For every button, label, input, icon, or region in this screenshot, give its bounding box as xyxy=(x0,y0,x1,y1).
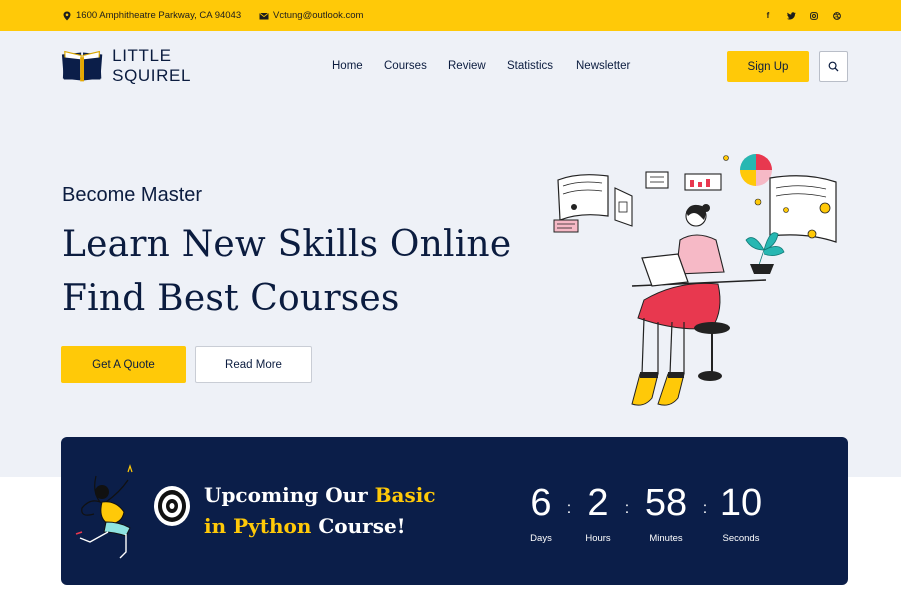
hero-kicker: Become Master xyxy=(62,184,203,206)
countdown-minutes-label: Minutes xyxy=(649,533,683,544)
nav-newsletter[interactable]: Newsletter xyxy=(576,56,630,76)
countdown-separator: : xyxy=(702,500,708,517)
read-more-button[interactable]: Read More xyxy=(195,346,312,383)
email-info[interactable]: Vctung@outlook.com xyxy=(259,0,363,31)
hero-headline-line1: Learn New Skills Online xyxy=(62,224,512,265)
facebook-icon[interactable]: f xyxy=(761,0,775,31)
location-pin-icon xyxy=(63,11,71,20)
hero-headline-line2: Find Best Courses xyxy=(62,278,400,319)
banner-highlight-basic: Basic xyxy=(374,483,436,507)
site-logo[interactable]: LITTLE SQUIREL xyxy=(60,46,250,85)
countdown-seconds-label: Seconds xyxy=(722,533,760,544)
nav-courses[interactable]: Courses xyxy=(384,56,427,76)
countdown-separator: : xyxy=(624,500,630,517)
nav-home[interactable]: Home xyxy=(332,56,363,76)
instagram-icon[interactable] xyxy=(807,0,821,31)
countdown-hours-value: 2 xyxy=(587,482,609,524)
dribbble-icon[interactable] xyxy=(830,0,844,31)
student-laptop-illustration xyxy=(553,154,837,406)
countdown-minutes-value: 58 xyxy=(644,482,688,524)
search-icon xyxy=(828,61,839,72)
nav-review[interactable]: Review xyxy=(448,56,486,76)
sign-up-button[interactable]: Sign Up xyxy=(727,51,809,82)
get-quote-button[interactable]: Get A Quote xyxy=(61,346,186,383)
banner-highlight-python: in Python xyxy=(204,514,312,538)
banner-text-part2: Course! xyxy=(311,514,406,538)
countdown-days-label: Days xyxy=(530,533,552,544)
book-logo-icon xyxy=(61,50,103,82)
address-info: 1600 Amphitheatre Parkway, CA 94043 xyxy=(62,0,241,31)
twitter-icon[interactable] xyxy=(784,0,798,31)
target-icon xyxy=(154,486,190,526)
nav-statistics[interactable]: Statistics xyxy=(507,56,553,76)
countdown-seconds-value: 10 xyxy=(719,482,763,524)
countdown-hours-label: Hours xyxy=(585,533,611,544)
top-info-bar: 1600 Amphitheatre Parkway, CA 94043 Vctu… xyxy=(0,0,901,31)
countdown-days-value: 6 xyxy=(530,482,552,524)
dancing-person-illustration xyxy=(75,464,133,559)
banner-text-part1: Upcoming Our xyxy=(204,483,375,507)
email-text[interactable]: Vctung@outlook.com xyxy=(273,10,363,21)
envelope-icon xyxy=(259,12,269,19)
address-text: 1600 Amphitheatre Parkway, CA 94043 xyxy=(76,10,242,21)
banner-heading: Upcoming Our Basic in Python Course! xyxy=(204,480,436,542)
logo-text: LITTLE SQUIREL xyxy=(112,46,192,85)
search-button[interactable] xyxy=(819,51,848,82)
